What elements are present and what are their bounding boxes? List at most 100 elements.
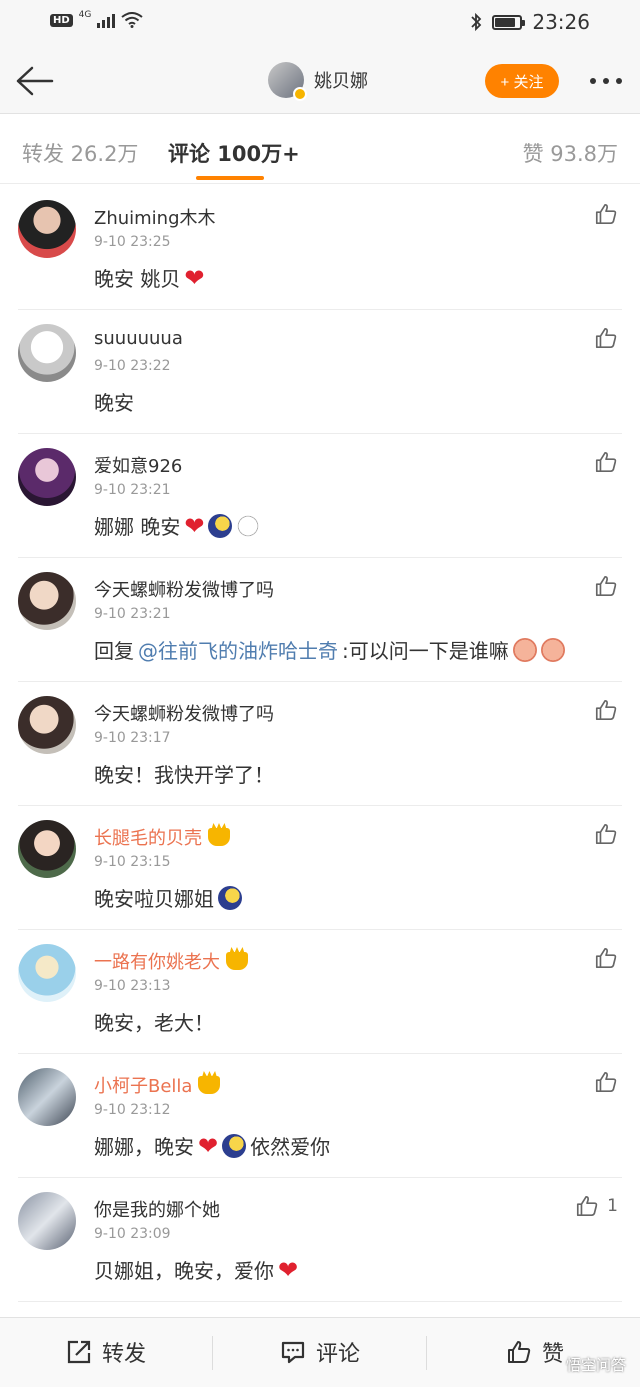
vip-crown-icon	[198, 1076, 221, 1094]
comment-body: 晚安！我快开学了！	[94, 763, 274, 787]
commenter-name[interactable]: Zhuiming木木	[94, 204, 216, 230]
commenter-name[interactable]: 爱如意926	[94, 452, 182, 478]
verified-badge-icon	[293, 87, 307, 101]
commenter-avatar[interactable]	[18, 200, 76, 258]
comment-item[interactable]: 长腿毛的贝壳 9-10 23:15 晚安啦贝娜姐	[0, 806, 640, 930]
comment-timestamp: 9-10 23:21	[94, 606, 171, 622]
commenter-avatar[interactable]	[18, 448, 76, 506]
comment-like-button[interactable]	[594, 202, 618, 226]
commenter-name-text[interactable]: suuuuuua	[94, 328, 183, 349]
forward-button[interactable]: 转发	[66, 1336, 146, 1368]
author-avatar[interactable]	[268, 62, 307, 101]
back-arrow-icon[interactable]	[12, 64, 56, 98]
like-button[interactable]: 赞	[506, 1336, 564, 1368]
forward-icon	[67, 1340, 91, 1364]
heart-emoji-icon: ❤	[198, 1131, 219, 1160]
comment-timestamp: 9-10 23:22	[94, 358, 171, 374]
commenter-name-text[interactable]: 今天螺蛳粉发微博了吗	[94, 700, 274, 726]
commenter-avatar[interactable]	[18, 820, 76, 878]
comment-icon	[281, 1341, 305, 1364]
comment-like-button[interactable]	[594, 1070, 618, 1094]
thumbs-up-icon	[595, 451, 617, 473]
comment-like-button[interactable]	[594, 698, 618, 722]
comment-text: 娜娜 晚安 ❤	[94, 511, 261, 540]
thumbs-up-icon	[595, 203, 617, 225]
commenter-avatar[interactable]	[18, 1192, 76, 1250]
commenter-name[interactable]: 一路有你姚老大	[94, 948, 248, 974]
post-tabs: 转发 26.2万 评论 100万+ 赞 93.8万	[0, 120, 640, 184]
commenter-name-text[interactable]: 今天螺蛳粉发微博了吗	[94, 576, 274, 602]
author-name[interactable]: 姚贝娜	[314, 67, 368, 93]
comment-text: 晚安啦贝娜姐	[94, 883, 242, 912]
comment-timestamp: 9-10 23:21	[94, 482, 171, 498]
comment-timestamp: 9-10 23:13	[94, 978, 171, 994]
comment-like-button[interactable]	[594, 822, 618, 846]
commenter-avatar[interactable]	[18, 324, 76, 382]
commenter-name[interactable]: suuuuuua	[94, 328, 183, 349]
thumbs-up-icon	[577, 1195, 598, 1217]
heart-emoji-icon: ❤	[278, 1255, 299, 1284]
wifi-icon	[121, 12, 143, 28]
commenter-avatar[interactable]	[18, 696, 76, 754]
author-header[interactable]: 姚贝娜	[268, 62, 368, 101]
comment-text: 贝娜姐，晚安，爱你 ❤	[94, 1255, 298, 1284]
comment-like-button[interactable]	[594, 574, 618, 598]
commenter-name[interactable]: 你是我的娜个她	[94, 1196, 220, 1222]
comment-item[interactable]: 今天螺蛳粉发微博了吗 9-10 23:21 回复 @往前飞的油炸哈士奇:可以问一下是谁…	[0, 558, 640, 682]
comment-item[interactable]: 小柯子Bella 9-10 23:12 娜娜，晚安 ❤ 依然爱你	[0, 1054, 640, 1178]
tab-comments[interactable]: 评论 100万+	[168, 138, 300, 168]
comment-text: 晚安！我快开学了！	[94, 759, 274, 788]
comment-like-button[interactable]	[594, 946, 618, 970]
commenter-name-text[interactable]: 你是我的娜个她	[94, 1196, 220, 1222]
comment-item[interactable]: 你是我的娜个她 9-10 23:09 贝娜姐，晚安，爱你 ❤ 1	[0, 1178, 640, 1302]
thumbs-up-icon	[595, 947, 617, 969]
moon-emoji-icon	[208, 513, 233, 538]
commenter-avatar[interactable]	[18, 1068, 76, 1126]
comment-like-button[interactable]: 1	[575, 1194, 618, 1218]
moon-emoji-icon	[218, 885, 242, 910]
thumbs-up-icon	[595, 575, 617, 597]
comment-body: 娜娜，晚安	[94, 1135, 194, 1159]
commenter-avatar[interactable]	[18, 572, 76, 630]
commenter-name-text[interactable]: 长腿毛的贝壳	[94, 824, 202, 850]
clock: 23:26	[532, 10, 590, 34]
commenter-name[interactable]: 长腿毛的贝壳	[94, 824, 230, 850]
commenter-name-text[interactable]: Zhuiming木木	[94, 204, 216, 230]
comment-item[interactable]: 今天螺蛳粉发微博了吗 9-10 23:17 晚安！我快开学了！	[0, 682, 640, 806]
comment-body: :可以问一下是谁嘛	[342, 639, 509, 663]
comment-timestamp: 9-10 23:25	[94, 234, 171, 250]
comment-item[interactable]: 一路有你姚老大 9-10 23:13 晚安，老大！	[0, 930, 640, 1054]
divider	[426, 1336, 427, 1370]
comment-body: 晚安，老大！	[94, 1011, 214, 1035]
comment-text: 晚安	[94, 387, 134, 416]
pig-emoji-icon	[540, 637, 565, 662]
comment-item[interactable]: Zhuiming木木 9-10 23:25 晚安 姚贝 ❤	[0, 186, 640, 310]
commenter-avatar[interactable]	[18, 944, 76, 1002]
comment-like-button[interactable]	[594, 450, 618, 474]
like-count: 1	[607, 1196, 618, 1216]
commenter-name-text[interactable]: 一路有你姚老大	[94, 948, 220, 974]
comment-like-button[interactable]	[594, 326, 618, 350]
follow-button[interactable]: + 关注	[485, 64, 559, 98]
tab-forward[interactable]: 转发 26.2万	[22, 138, 138, 168]
bluetooth-icon	[471, 12, 482, 32]
bottom-action-bar: 转发 评论 赞 悟空问答	[0, 1317, 640, 1387]
mention-link[interactable]: @往前飞的油炸哈士奇	[138, 635, 338, 664]
comment-button[interactable]: 评论	[280, 1336, 360, 1368]
comment-item[interactable]: 爱如意926 9-10 23:21 娜娜 晚安 ❤	[0, 434, 640, 558]
commenter-name[interactable]: 小柯子Bella	[94, 1072, 221, 1098]
tab-likes[interactable]: 赞 93.8万	[523, 138, 618, 168]
comment-item[interactable]: suuuuuua 9-10 23:22 晚安	[0, 310, 640, 434]
comment-timestamp: 9-10 23:17	[94, 730, 171, 746]
network-type: 4G	[78, 10, 92, 20]
comment-timestamp: 9-10 23:15	[94, 854, 171, 870]
ghost-emoji-icon	[236, 513, 261, 538]
commenter-name[interactable]: 今天螺蛳粉发微博了吗	[94, 576, 274, 602]
more-options-icon[interactable]	[590, 78, 622, 84]
watermark-logo: 悟空问答	[565, 1356, 626, 1374]
commenter-name[interactable]: 今天螺蛳粉发微博了吗	[94, 700, 274, 726]
commenter-name-text[interactable]: 小柯子Bella	[94, 1072, 192, 1098]
thumbs-up-icon	[595, 699, 617, 721]
like-label: 赞	[542, 1342, 565, 1367]
commenter-name-text[interactable]: 爱如意926	[94, 452, 182, 478]
